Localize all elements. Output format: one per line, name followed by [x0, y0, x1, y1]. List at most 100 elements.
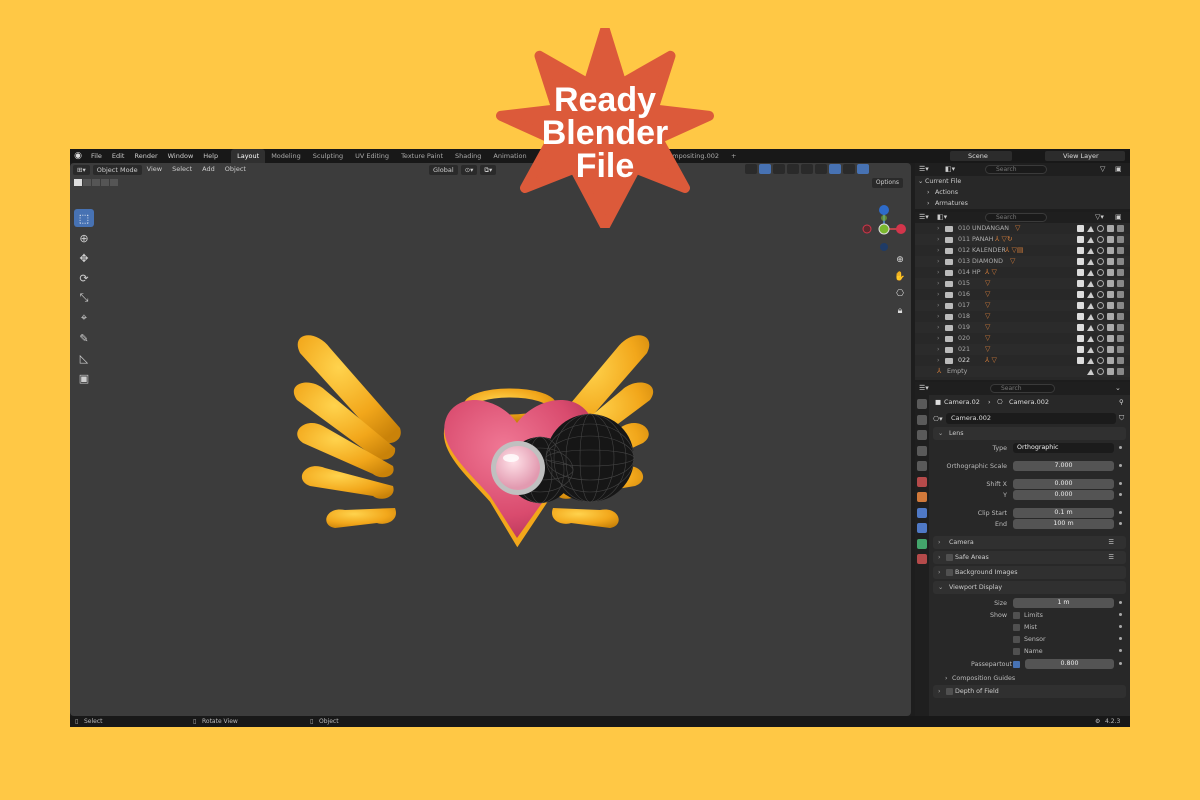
- render-camera-icon[interactable]: [1117, 269, 1124, 276]
- menu-window[interactable]: Window: [163, 149, 199, 163]
- rotate-tool-icon[interactable]: ⟳: [74, 269, 94, 287]
- render-tab-icon[interactable]: [917, 414, 927, 425]
- editor-type-icon[interactable]: ☰▾: [919, 165, 929, 173]
- monitor-icon[interactable]: [1107, 291, 1114, 298]
- outliner-row-012[interactable]: › 012 KALENDER ⅄ ▽▤: [915, 245, 1130, 256]
- clip-end-field[interactable]: 100 m: [1013, 519, 1114, 529]
- composition-guides-row[interactable]: › Composition Guides: [931, 673, 1128, 684]
- outliner-row-021[interactable]: › 021 ▽: [915, 344, 1130, 355]
- eye-icon[interactable]: [1097, 236, 1104, 243]
- select-box-tool-icon[interactable]: ⬚: [74, 209, 94, 227]
- render-camera-icon[interactable]: [1117, 302, 1124, 309]
- eye-icon[interactable]: [1097, 291, 1104, 298]
- safe-areas-checkbox[interactable]: [946, 554, 953, 561]
- constraint-tab-icon[interactable]: [917, 523, 927, 533]
- outliner-row-010[interactable]: › 010 UNDANGAN ▽: [915, 223, 1130, 234]
- navigation-gizmo[interactable]: [859, 196, 909, 256]
- chevron-down-icon[interactable]: ⌄: [1115, 384, 1121, 392]
- chevron-right-icon[interactable]: ›: [937, 322, 940, 333]
- properties-search-input[interactable]: Search: [990, 384, 1055, 393]
- view-layer-search-input[interactable]: Search: [985, 213, 1047, 222]
- keyframe-dot-icon[interactable]: [1119, 625, 1122, 628]
- camera-data-name-field[interactable]: Camera.002: [946, 413, 1116, 424]
- render-camera-icon[interactable]: [1117, 346, 1124, 353]
- tool-tab-icon[interactable]: [917, 399, 927, 409]
- eye-icon[interactable]: [1097, 302, 1104, 309]
- eye-icon[interactable]: [1097, 368, 1104, 375]
- render-camera-icon[interactable]: [1117, 247, 1124, 254]
- xray-icon[interactable]: [787, 164, 799, 174]
- menu-object[interactable]: Object: [220, 163, 251, 176]
- safe-areas-panel-header[interactable]: › Safe Areas ☰: [933, 551, 1126, 564]
- tab-shading[interactable]: Shading: [449, 149, 487, 163]
- include-checkbox[interactable]: [1077, 258, 1084, 265]
- lock-icon[interactable]: 🔒︎: [892, 306, 908, 321]
- chevron-right-icon[interactable]: ›: [937, 355, 940, 366]
- solid-shading-icon[interactable]: [815, 164, 827, 174]
- move-tool-icon[interactable]: ✥: [74, 249, 94, 267]
- render-camera-icon[interactable]: [1117, 236, 1124, 243]
- 3d-viewport[interactable]: ⊞▾ Object Mode View Select Add Object Gl…: [70, 163, 911, 716]
- name-checkbox[interactable]: [1013, 648, 1020, 655]
- blender-logo-icon[interactable]: ◉: [70, 149, 86, 163]
- monitor-icon[interactable]: [1107, 302, 1114, 309]
- select-intersect-icon[interactable]: [110, 179, 118, 186]
- monitor-icon[interactable]: [1107, 225, 1114, 232]
- monitor-icon[interactable]: [1107, 247, 1114, 254]
- menu-help[interactable]: Help: [198, 149, 223, 163]
- monitor-icon[interactable]: [1107, 258, 1114, 265]
- menu-edit[interactable]: Edit: [107, 149, 130, 163]
- chevron-right-icon[interactable]: ›: [937, 311, 940, 322]
- chevron-right-icon[interactable]: ›: [937, 278, 940, 289]
- outliner-row-019[interactable]: › 019 ▽: [915, 322, 1130, 333]
- eye-icon[interactable]: [1097, 258, 1104, 265]
- monitor-icon[interactable]: [1107, 346, 1114, 353]
- snap-icon[interactable]: ⧉▾: [480, 164, 497, 175]
- gizmo-z-axis-icon[interactable]: [879, 205, 889, 215]
- keyframe-dot-icon[interactable]: [1119, 637, 1122, 640]
- pivot-icon[interactable]: ⊙▾: [460, 164, 478, 175]
- monitor-icon[interactable]: [1107, 269, 1114, 276]
- fake-user-icon[interactable]: ⛉: [1119, 414, 1124, 423]
- cursor-tool-icon[interactable]: ⊕: [74, 229, 94, 247]
- gizmo-toggle-icon[interactable]: [759, 164, 771, 174]
- zoom-icon[interactable]: ⊕: [892, 255, 908, 270]
- outliner-row-011[interactable]: › 011 PANAH ⅄ ▽↻: [915, 234, 1130, 245]
- options-button[interactable]: Options: [871, 178, 903, 188]
- render-camera-icon[interactable]: [1117, 313, 1124, 320]
- select-extend-icon[interactable]: [83, 179, 91, 186]
- selectable-icon[interactable]: [1087, 280, 1094, 287]
- limits-checkbox[interactable]: [1013, 612, 1020, 619]
- tab-sculpting[interactable]: Sculpting: [307, 149, 349, 163]
- include-checkbox[interactable]: [1077, 335, 1084, 342]
- include-checkbox[interactable]: [1077, 269, 1084, 276]
- editor-type-icon[interactable]: ☰▾: [919, 384, 929, 392]
- shift-y-field[interactable]: 0.000: [1013, 490, 1114, 500]
- keyframe-dot-icon[interactable]: [1119, 446, 1122, 449]
- chevron-right-icon[interactable]: ›: [937, 245, 940, 256]
- chevron-right-icon[interactable]: ›: [937, 223, 940, 234]
- mist-checkbox[interactable]: [1013, 624, 1020, 631]
- outliner-current-file[interactable]: ⌄ Current File: [915, 176, 1130, 187]
- mode-selector[interactable]: Object Mode: [92, 164, 142, 175]
- measure-tool-icon[interactable]: ◺: [74, 349, 94, 367]
- keyframe-dot-icon[interactable]: [1119, 613, 1122, 616]
- background-images-panel-header[interactable]: › Background Images: [933, 566, 1126, 579]
- keyframe-dot-icon[interactable]: [1119, 482, 1122, 485]
- outliner-row-014[interactable]: › 014 HP ⅄ ▽: [915, 267, 1130, 278]
- include-checkbox[interactable]: [1077, 280, 1084, 287]
- outliner-row-022[interactable]: › 022 ⅄ ▽: [915, 355, 1130, 366]
- menu-view[interactable]: View: [142, 163, 167, 176]
- type-dropdown[interactable]: Orthographic: [1013, 443, 1114, 453]
- pan-hand-icon[interactable]: ✋: [892, 272, 908, 287]
- orientation-selector[interactable]: Global: [428, 164, 458, 175]
- eye-icon[interactable]: [1097, 247, 1104, 254]
- outliner-row-015[interactable]: › 015 ▽: [915, 278, 1130, 289]
- eye-icon[interactable]: [1097, 225, 1104, 232]
- selectable-icon[interactable]: [1087, 302, 1094, 309]
- chevron-right-icon[interactable]: ›: [937, 344, 940, 355]
- outliner-row-empty[interactable]: ⅄ Empty: [915, 366, 1130, 377]
- gizmo-y-axis-icon[interactable]: [878, 223, 890, 235]
- monitor-icon[interactable]: [1107, 357, 1114, 364]
- include-checkbox[interactable]: [1077, 357, 1084, 364]
